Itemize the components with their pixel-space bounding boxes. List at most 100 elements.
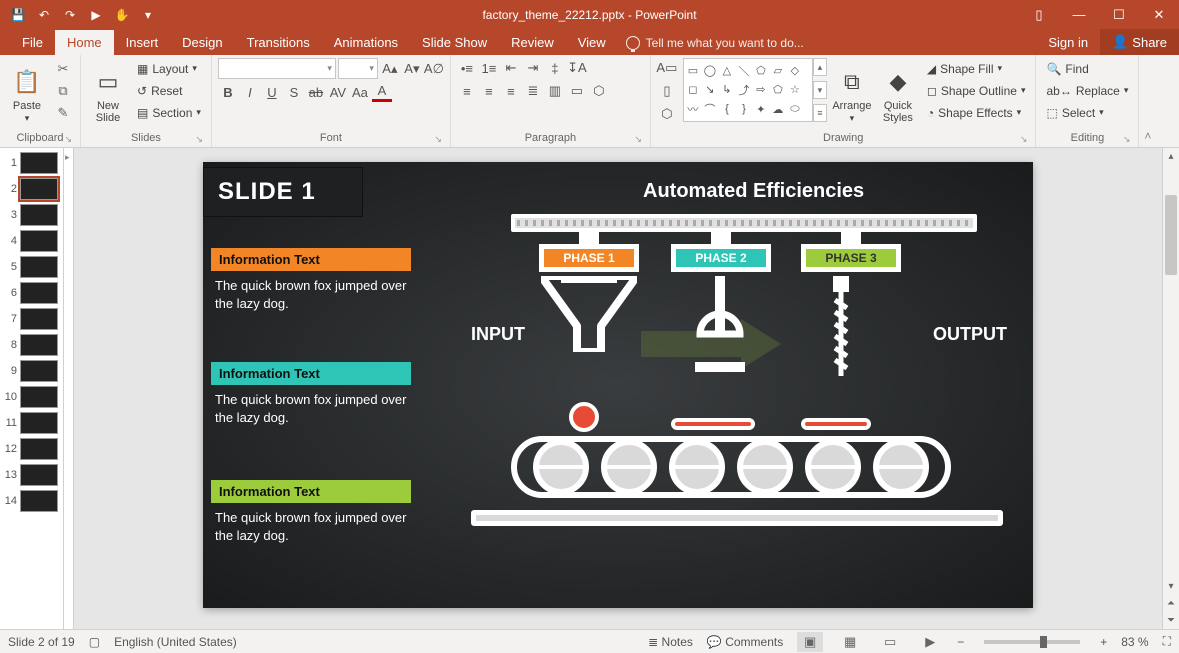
- minimize-button[interactable]: —: [1059, 0, 1099, 29]
- group-label-clipboard[interactable]: Clipboard: [6, 131, 74, 146]
- save-icon[interactable]: 💾: [6, 3, 30, 27]
- select-button[interactable]: ⬚Select▾: [1042, 102, 1132, 123]
- info-block-2[interactable]: Information Text The quick brown fox jum…: [211, 362, 411, 426]
- previous-slide-button[interactable]: ⏶: [1163, 595, 1179, 612]
- slide-canvas-area[interactable]: SLIDE 1 Automated Efficiencies Informati…: [74, 148, 1162, 629]
- group-label-font[interactable]: Font: [218, 131, 444, 146]
- change-case-button[interactable]: Aa: [350, 82, 370, 102]
- zoom-in-button[interactable]: +: [1100, 635, 1107, 649]
- slide-thumbnail-4[interactable]: 4: [0, 228, 63, 254]
- slide-thumbnail-14[interactable]: 14: [0, 488, 63, 514]
- slide-thumbnail-2[interactable]: 2: [0, 176, 63, 202]
- convert-button[interactable]: ⬡: [657, 104, 677, 124]
- bullets-button[interactable]: •≡: [457, 58, 477, 78]
- clear-formatting-button[interactable]: A∅: [424, 59, 444, 79]
- tab-insert[interactable]: Insert: [114, 30, 171, 55]
- vertical-text-button[interactable]: ▯: [657, 81, 677, 101]
- tell-me-search[interactable]: Tell me what you want to do...: [618, 31, 812, 55]
- align-text-button[interactable]: ▭: [567, 81, 587, 101]
- slide-thumbnail-12[interactable]: 12: [0, 436, 63, 462]
- strikethrough-button[interactable]: ab: [306, 82, 326, 102]
- paste-button[interactable]: 📋 Paste ▾: [6, 58, 48, 124]
- tab-animations[interactable]: Animations: [322, 30, 410, 55]
- shape-fill-button[interactable]: ◢Shape Fill▾: [923, 58, 1030, 79]
- group-label-slides[interactable]: Slides: [87, 131, 205, 146]
- collapse-ribbon-button[interactable]: ˄: [1138, 55, 1156, 147]
- align-left-button[interactable]: ≡: [457, 81, 477, 101]
- line-spacing-button[interactable]: ‡: [545, 58, 565, 78]
- italic-button[interactable]: I: [240, 82, 260, 102]
- info-block-1[interactable]: Information Text The quick brown fox jum…: [211, 248, 411, 312]
- slide-thumbnail-3[interactable]: 3: [0, 202, 63, 228]
- replace-button[interactable]: ab↔Replace▾: [1042, 80, 1132, 101]
- format-painter-button[interactable]: ✎: [52, 102, 74, 123]
- shapes-gallery-scroll[interactable]: ▴▾≡: [813, 58, 827, 122]
- layout-button[interactable]: ▦Layout▾: [133, 58, 205, 79]
- bold-button[interactable]: B: [218, 82, 238, 102]
- font-size-combo[interactable]: [338, 58, 378, 79]
- section-button[interactable]: ▤Section▾: [133, 102, 205, 123]
- slide-thumbnail-10[interactable]: 10: [0, 384, 63, 410]
- fit-to-window-button[interactable]: ⛶: [1163, 634, 1171, 649]
- zoom-out-button[interactable]: −: [957, 635, 964, 649]
- start-from-beginning-icon[interactable]: ▶: [84, 3, 108, 27]
- numbering-button[interactable]: 1≡: [479, 58, 499, 78]
- slide-thumbnail-1[interactable]: 1: [0, 150, 63, 176]
- shape-outline-button[interactable]: ◻Shape Outline▾: [923, 80, 1030, 101]
- arrange-button[interactable]: ⧉ Arrange▾: [831, 58, 873, 124]
- align-center-button[interactable]: ≡: [479, 81, 499, 101]
- spellcheck-icon[interactable]: ▢: [89, 635, 100, 649]
- copy-button[interactable]: ⧉: [52, 80, 74, 101]
- slide-heading[interactable]: Automated Efficiencies: [643, 180, 864, 203]
- share-button[interactable]: 👤 Share: [1100, 29, 1179, 55]
- font-family-combo[interactable]: [218, 58, 336, 79]
- decrease-indent-button[interactable]: ⇤: [501, 58, 521, 78]
- font-color-button[interactable]: A: [372, 82, 392, 102]
- shadow-button[interactable]: S: [284, 82, 304, 102]
- slideshow-view-button[interactable]: ▶: [917, 632, 943, 652]
- slide-thumbnail-6[interactable]: 6: [0, 280, 63, 306]
- language-label[interactable]: English (United States): [114, 635, 237, 649]
- notes-button[interactable]: ≣ Notes: [648, 635, 693, 649]
- slide-thumbnail-13[interactable]: 13: [0, 462, 63, 488]
- increase-indent-button[interactable]: ⇥: [523, 58, 543, 78]
- outline-collapse-toggle[interactable]: [64, 148, 74, 629]
- maximize-button[interactable]: ☐: [1099, 0, 1139, 29]
- slide-thumbnail-panel[interactable]: 1234567891011121314: [0, 148, 64, 629]
- shape-effects-button[interactable]: ◔Shape Effects▾: [923, 102, 1030, 123]
- new-slide-button[interactable]: ▭ New Slide: [87, 58, 129, 124]
- shapes-gallery[interactable]: ▭◯△＼⬠▱◇ ◻↘↳⤴⇨⬠☆ 〰⌒{}✦☁⬭: [683, 58, 813, 122]
- cut-button[interactable]: ✂: [52, 58, 74, 79]
- zoom-level-label[interactable]: 83 %: [1121, 635, 1148, 649]
- slide-thumbnail-9[interactable]: 9: [0, 358, 63, 384]
- decrease-font-button[interactable]: A▾: [402, 59, 422, 79]
- tab-view[interactable]: View: [566, 30, 618, 55]
- vertical-scrollbar[interactable]: ▴ ▾ ⏶ ⏷: [1162, 148, 1179, 629]
- group-label-drawing[interactable]: Drawing: [657, 131, 1030, 146]
- slide[interactable]: SLIDE 1 Automated Efficiencies Informati…: [203, 162, 1033, 608]
- smartart-button[interactable]: ⬡: [589, 81, 609, 101]
- text-direction-button[interactable]: ↧A: [567, 58, 587, 78]
- quick-styles-button[interactable]: ◆ Quick Styles: [877, 58, 919, 124]
- tab-home[interactable]: Home: [55, 30, 114, 55]
- normal-view-button[interactable]: ▣: [797, 632, 823, 652]
- align-right-button[interactable]: ≡: [501, 81, 521, 101]
- tab-design[interactable]: Design: [170, 30, 234, 55]
- slide-thumbnail-11[interactable]: 11: [0, 410, 63, 436]
- find-button[interactable]: 🔍Find: [1042, 58, 1132, 79]
- text-box-button[interactable]: A▭: [657, 58, 677, 78]
- tab-slideshow[interactable]: Slide Show: [410, 30, 499, 55]
- touch-mode-icon[interactable]: ✋: [110, 3, 134, 27]
- group-label-editing[interactable]: Editing: [1042, 131, 1132, 146]
- scroll-thumb[interactable]: [1165, 195, 1177, 275]
- slide-thumbnail-5[interactable]: 5: [0, 254, 63, 280]
- slide-thumbnail-8[interactable]: 8: [0, 332, 63, 358]
- redo-icon[interactable]: ↷: [58, 3, 82, 27]
- sign-in-link[interactable]: Sign in: [1036, 30, 1100, 55]
- scroll-up-button[interactable]: ▴: [1163, 148, 1179, 165]
- tab-file[interactable]: File: [10, 30, 55, 55]
- columns-button[interactable]: ▥: [545, 81, 565, 101]
- comments-button[interactable]: 💬 Comments: [707, 635, 783, 649]
- close-button[interactable]: ✕: [1139, 0, 1179, 29]
- reset-button[interactable]: ↺Reset: [133, 80, 205, 101]
